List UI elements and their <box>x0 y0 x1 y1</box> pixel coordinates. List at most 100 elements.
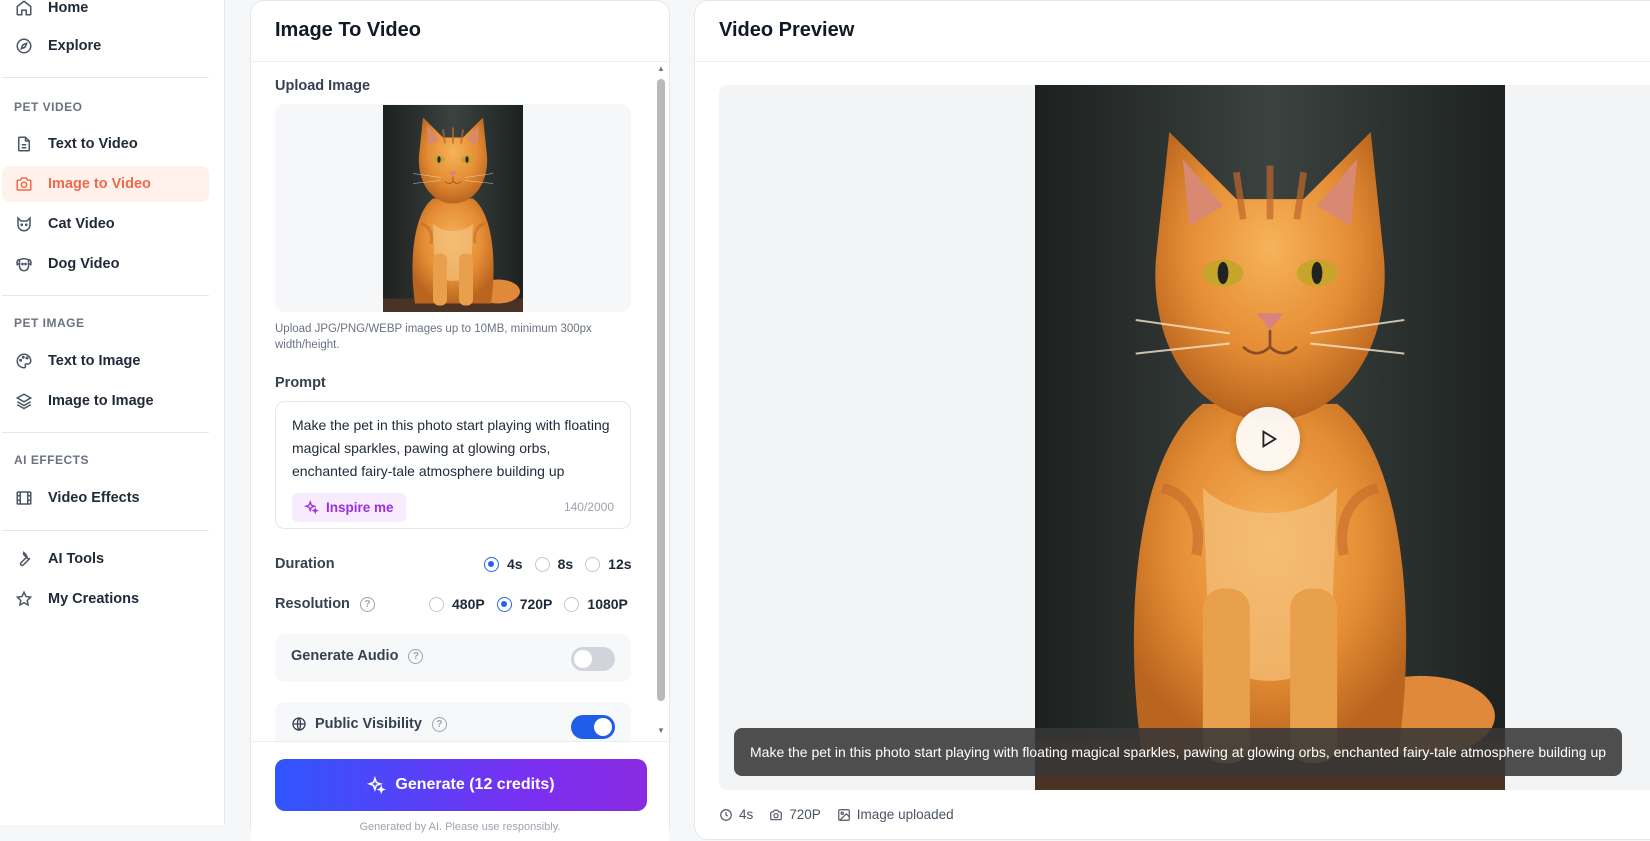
resolution-radio-1080p[interactable] <box>564 596 580 612</box>
duration-radio-4s[interactable] <box>484 556 499 572</box>
resolution-options: 480P 720P 1080P <box>429 596 628 612</box>
camera-icon <box>770 809 783 820</box>
resolution-radio-480p[interactable] <box>429 596 444 612</box>
sidebar-item-image-to-image[interactable]: Image to Image <box>2 383 209 419</box>
meta-duration: 4s <box>719 807 753 822</box>
resolution-option-label: 1080P <box>587 596 628 612</box>
sidebar-item-ai-tools[interactable]: AI Tools <box>2 541 209 577</box>
meta-resolution-value: 720P <box>789 807 821 822</box>
duration-radio-12s[interactable] <box>585 556 601 572</box>
public-visibility-label: Public Visibility <box>315 716 422 732</box>
image-icon <box>837 808 850 821</box>
sidebar-item-label: Video Effects <box>48 490 140 506</box>
sidebar-item-label: Cat Video <box>48 216 115 232</box>
resolution-label: Resolution <box>275 596 350 612</box>
panel-footer: Generate (12 credits) Generated by AI. P… <box>251 741 669 841</box>
upload-hint: Upload JPG/PNG/WEBP images up to 10MB, m… <box>275 323 592 351</box>
sidebar-item-image-to-video[interactable]: Image to Video <box>2 166 209 202</box>
film-icon <box>14 488 34 508</box>
camera-icon <box>14 174 34 194</box>
public-visibility-toggle[interactable] <box>571 715 615 739</box>
section-label-pet-image: PET IMAGE <box>14 316 85 330</box>
wrench-icon <box>14 549 34 569</box>
duration-radio-8s[interactable] <box>534 556 550 572</box>
duration-option-label: 4s <box>507 556 523 572</box>
preview-title: Video Preview <box>719 19 855 41</box>
video-preview-panel: Video Preview Make the pet in this photo… <box>694 0 1650 840</box>
star-icon <box>14 589 34 609</box>
generate-button[interactable]: Generate (12 credits) <box>275 759 647 811</box>
resolution-radio-720p[interactable] <box>496 596 512 612</box>
inspire-me-button[interactable]: Inspire me <box>292 493 406 522</box>
char-counter: 140/2000 <box>563 500 614 514</box>
scrollbar-thumb[interactable] <box>657 79 665 701</box>
clock-icon <box>720 808 732 821</box>
compass-icon <box>14 36 34 56</box>
help-icon[interactable]: ? <box>408 648 424 664</box>
duration-option-label: 8s <box>557 556 574 572</box>
scroll-up-arrow[interactable]: ▲ <box>656 64 666 74</box>
help-icon[interactable]: ? <box>431 716 447 732</box>
prompt-input[interactable]: Make the pet in this photo start playing… <box>275 401 631 529</box>
meta-status-value: Image uploaded <box>856 807 954 822</box>
divider <box>695 61 1650 62</box>
public-visibility-label-row: Public Visibility ? <box>291 716 447 732</box>
sidebar-item-explore[interactable]: Explore <box>2 28 209 64</box>
duration-options: 4s 8s 12s <box>484 556 632 572</box>
sidebar-item-label: Home <box>48 0 89 16</box>
generate-audio-label-row: Generate Audio ? <box>291 648 424 664</box>
prompt-caption: Make the pet in this photo start playing… <box>734 728 1623 776</box>
sidebar: Home Explore PET VIDEO Text to Video Ima… <box>0 0 225 825</box>
sparkle-icon <box>367 775 387 795</box>
divider <box>251 61 669 62</box>
image-upload-area[interactable] <box>275 104 631 312</box>
sidebar-item-label: Image to Image <box>48 393 154 409</box>
sidebar-item-label: Text to Video <box>48 136 138 152</box>
palette-icon <box>14 351 34 371</box>
home-icon <box>14 0 34 18</box>
sidebar-item-label: Image to Video <box>48 176 151 192</box>
meta-duration-value: 4s <box>739 807 754 822</box>
generate-audio-toggle[interactable] <box>571 647 615 671</box>
help-icon[interactable]: ? <box>359 596 375 612</box>
sidebar-item-video-effects[interactable]: Video Effects <box>2 480 209 516</box>
document-icon <box>14 134 34 154</box>
section-label-pet-video: PET VIDEO <box>14 100 83 114</box>
sidebar-divider <box>2 77 209 78</box>
upload-label: Upload Image <box>275 78 371 94</box>
meta-status: Image uploaded <box>837 807 954 822</box>
generate-audio-label: Generate Audio <box>291 648 399 664</box>
sidebar-item-dog-video[interactable]: Dog Video <box>2 246 209 282</box>
meta-resolution: 720P <box>769 807 821 822</box>
globe-icon <box>291 716 307 732</box>
prompt-label: Prompt <box>275 375 326 391</box>
sidebar-divider <box>2 530 209 531</box>
prompt-text[interactable]: Make the pet in this photo start playing… <box>292 414 612 483</box>
resolution-label-row: Resolution ? <box>275 596 375 612</box>
ai-disclaimer: Generated by AI. Please use responsibly. <box>359 821 561 833</box>
panel-title: Image To Video <box>275 19 421 41</box>
sidebar-item-text-to-video[interactable]: Text to Video <box>2 126 209 162</box>
sidebar-divider <box>2 295 209 296</box>
layers-icon <box>14 391 34 411</box>
sidebar-item-label: AI Tools <box>48 551 105 567</box>
play-button[interactable] <box>1236 407 1300 471</box>
section-label-ai-effects: AI EFFECTS <box>14 453 90 467</box>
uploaded-image-thumbnail[interactable] <box>383 105 523 312</box>
dog-icon <box>14 254 34 274</box>
sidebar-divider <box>2 432 209 433</box>
duration-label: Duration <box>275 556 335 572</box>
sidebar-item-my-creations[interactable]: My Creations <box>2 581 209 617</box>
generate-audio-card: Generate Audio ? <box>275 634 631 682</box>
resolution-option-label: 480P <box>452 596 485 612</box>
duration-option-label: 12s <box>608 556 632 572</box>
sidebar-item-label: Dog Video <box>48 256 120 272</box>
sidebar-item-home[interactable]: Home <box>2 0 209 26</box>
sidebar-item-label: Explore <box>48 38 102 54</box>
sidebar-item-text-to-image[interactable]: Text to Image <box>2 343 209 379</box>
video-stage: Make the pet in this photo start playing… <box>719 85 1650 790</box>
sidebar-item-cat-video[interactable]: Cat Video <box>2 206 209 242</box>
generate-label: Generate (12 credits) <box>395 776 555 793</box>
play-icon <box>1257 428 1279 450</box>
scroll-down-arrow[interactable]: ▼ <box>656 726 666 736</box>
